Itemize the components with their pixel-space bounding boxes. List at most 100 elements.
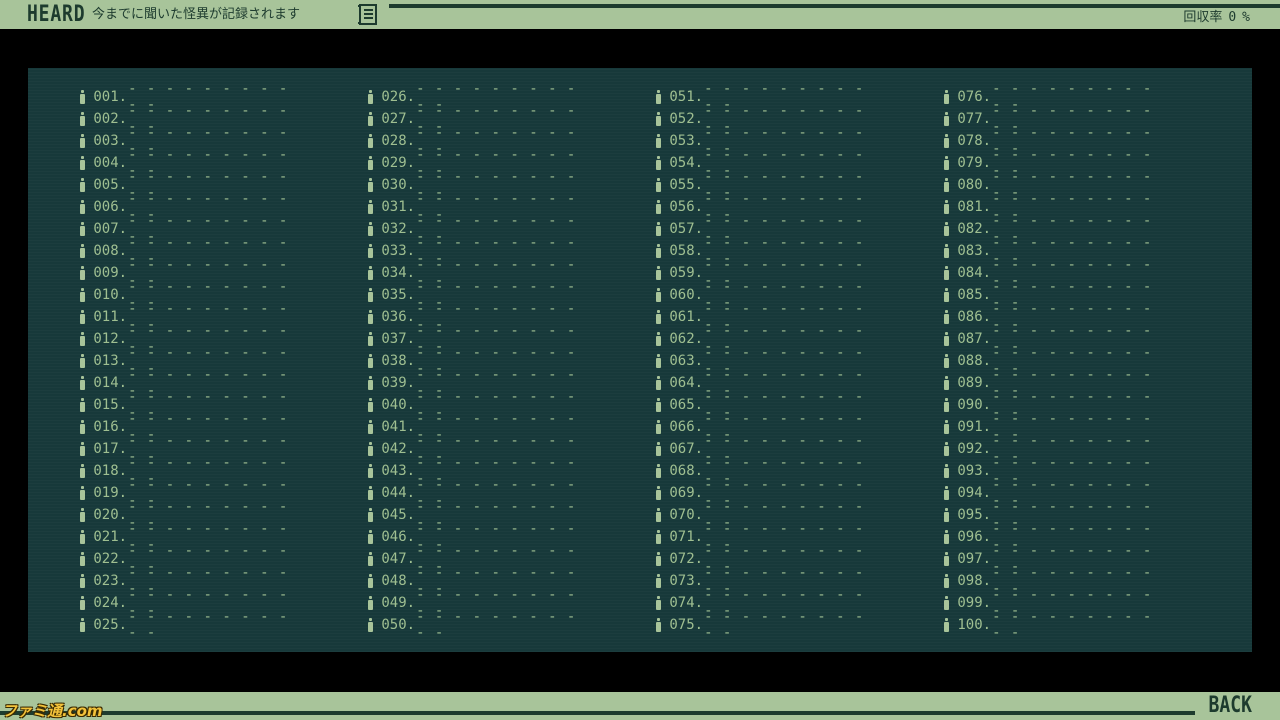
- microphone-icon: [944, 530, 950, 544]
- entry-number: 031.: [381, 199, 416, 215]
- list-item[interactable]: 100. - - - - - - - - - - -: [944, 609, 1164, 641]
- entry-number: 079.: [957, 155, 992, 171]
- microphone-icon: [80, 574, 86, 588]
- microphone-icon: [80, 618, 86, 632]
- entry-number: 096.: [957, 529, 992, 545]
- entry-number: 040.: [381, 397, 416, 413]
- microphone-icon: [368, 354, 374, 368]
- entry-number: 006.: [93, 199, 128, 215]
- entry-number: 060.: [669, 287, 704, 303]
- list-item[interactable]: 050. - - - - - - - - - - -: [368, 609, 588, 641]
- entry-number: 002.: [93, 111, 128, 127]
- entry-number: 061.: [669, 309, 704, 325]
- entry-number: 026.: [381, 89, 416, 105]
- entry-number: 067.: [669, 441, 704, 457]
- page-subtitle: 今までに聞いた怪異が記録されます: [92, 7, 301, 22]
- microphone-icon: [80, 530, 86, 544]
- entry-number: 015.: [93, 397, 128, 413]
- entry-number: 073.: [669, 573, 704, 589]
- microphone-icon: [368, 134, 374, 148]
- microphone-icon: [368, 288, 374, 302]
- entry-number: 084.: [957, 265, 992, 281]
- entry-number: 049.: [381, 595, 416, 611]
- heard-list-panel: 001. - - - - - - - - - - - 002. - - - - - -…: [28, 68, 1252, 652]
- entry-number: 033.: [381, 243, 416, 259]
- microphone-icon: [944, 596, 950, 610]
- entry-number: 054.: [669, 155, 704, 171]
- entry-number: 062.: [669, 331, 704, 347]
- entry-number: 070.: [669, 507, 704, 523]
- entry-number: 014.: [93, 375, 128, 391]
- collection-rate-unit: %: [1242, 10, 1250, 25]
- microphone-icon: [944, 222, 950, 236]
- microphone-icon: [656, 222, 662, 236]
- microphone-icon: [80, 596, 86, 610]
- microphone-icon: [656, 486, 662, 500]
- entry-number: 097.: [957, 551, 992, 567]
- microphone-icon: [368, 310, 374, 324]
- microphone-icon: [80, 178, 86, 192]
- microphone-icon: [656, 596, 662, 610]
- microphone-icon: [368, 90, 374, 104]
- entry-number: 001.: [93, 89, 128, 105]
- microphone-icon: [368, 464, 374, 478]
- entry-number: 053.: [669, 133, 704, 149]
- entry-number: 038.: [381, 353, 416, 369]
- microphone-icon: [656, 376, 662, 390]
- microphone-icon: [368, 376, 374, 390]
- microphone-icon: [80, 332, 86, 346]
- entry-number: 007.: [93, 221, 128, 237]
- entry-number: 028.: [381, 133, 416, 149]
- entry-number: 008.: [93, 243, 128, 259]
- entry-number: 057.: [669, 221, 704, 237]
- entry-placeholder: - - - - - - - - - - -: [704, 609, 865, 641]
- entry-number: 099.: [957, 595, 992, 611]
- entry-number: 025.: [93, 617, 128, 633]
- microphone-icon: [656, 244, 662, 258]
- entry-number: 077.: [957, 111, 992, 127]
- entry-number: 093.: [957, 463, 992, 479]
- entry-number: 016.: [93, 419, 128, 435]
- microphone-icon: [656, 310, 662, 324]
- microphone-icon: [944, 266, 950, 280]
- entry-number: 072.: [669, 551, 704, 567]
- microphone-icon: [368, 552, 374, 566]
- entry-number: 017.: [93, 441, 128, 457]
- microphone-icon: [656, 464, 662, 478]
- microphone-icon: [656, 354, 662, 368]
- entry-number: 018.: [93, 463, 128, 479]
- microphone-icon: [368, 332, 374, 346]
- entry-number: 074.: [669, 595, 704, 611]
- list-item[interactable]: 075. - - - - - - - - - - -: [656, 609, 876, 641]
- entry-number: 091.: [957, 419, 992, 435]
- entry-number: 080.: [957, 177, 992, 193]
- microphone-icon: [944, 508, 950, 522]
- entry-number: 037.: [381, 331, 416, 347]
- entry-number: 041.: [381, 419, 416, 435]
- entry-number: 035.: [381, 287, 416, 303]
- microphone-icon: [656, 90, 662, 104]
- microphone-icon: [944, 200, 950, 214]
- microphone-icon: [656, 332, 662, 346]
- entry-number: 042.: [381, 441, 416, 457]
- entry-number: 027.: [381, 111, 416, 127]
- entry-number: 083.: [957, 243, 992, 259]
- entry-number: 039.: [381, 375, 416, 391]
- entry-number: 021.: [93, 529, 128, 545]
- microphone-icon: [656, 178, 662, 192]
- entry-number: 055.: [669, 177, 704, 193]
- entry-number: 059.: [669, 265, 704, 281]
- entry-number: 045.: [381, 507, 416, 523]
- entry-number: 094.: [957, 485, 992, 501]
- entry-number: 046.: [381, 529, 416, 545]
- site-watermark: ファミ通.com: [2, 702, 103, 720]
- microphone-icon: [656, 574, 662, 588]
- entry-number: 048.: [381, 573, 416, 589]
- microphone-icon: [80, 222, 86, 236]
- microphone-icon: [656, 156, 662, 170]
- entry-number: 030.: [381, 177, 416, 193]
- microphone-icon: [656, 530, 662, 544]
- entry-number: 065.: [669, 397, 704, 413]
- list-item[interactable]: 025. - - - - - - - - - - -: [80, 609, 300, 641]
- back-button[interactable]: BACK: [1209, 693, 1252, 719]
